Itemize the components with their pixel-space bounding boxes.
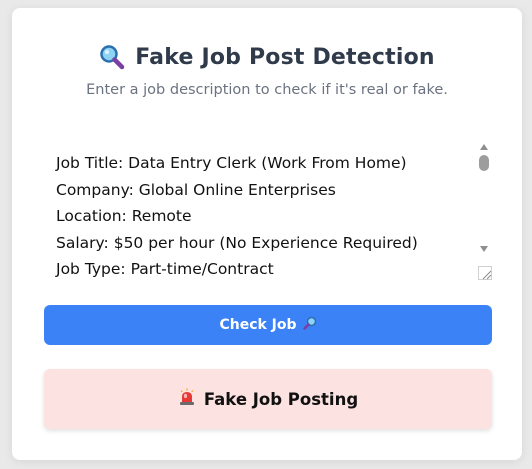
police-light-icon bbox=[178, 388, 196, 410]
header: Fake Job Post Detection bbox=[12, 44, 522, 70]
scroll-up-icon[interactable] bbox=[480, 144, 488, 150]
page-title: Fake Job Post Detection bbox=[135, 44, 435, 70]
detector-card: Fake Job Post Detection Enter a job desc… bbox=[12, 8, 522, 460]
vertical-scrollbar[interactable] bbox=[476, 138, 492, 280]
magnifying-glass-icon bbox=[302, 316, 317, 334]
scroll-down-icon[interactable] bbox=[480, 246, 488, 252]
result-label: Fake Job Posting bbox=[203, 389, 359, 409]
result-banner: Fake Job Posting bbox=[44, 369, 492, 429]
job-description-input[interactable]: Job Title: Data Entry Clerk (Work From H… bbox=[44, 138, 492, 280]
job-description-text[interactable]: Job Title: Data Entry Clerk (Work From H… bbox=[44, 138, 476, 280]
magnifying-glass-icon bbox=[99, 44, 125, 70]
check-job-button[interactable]: Check Job bbox=[44, 305, 492, 345]
check-job-label: Check Job bbox=[219, 317, 297, 333]
scroll-thumb[interactable] bbox=[479, 155, 489, 171]
resize-handle-icon[interactable] bbox=[478, 266, 492, 280]
page-subtitle: Enter a job description to check if it's… bbox=[86, 82, 448, 98]
